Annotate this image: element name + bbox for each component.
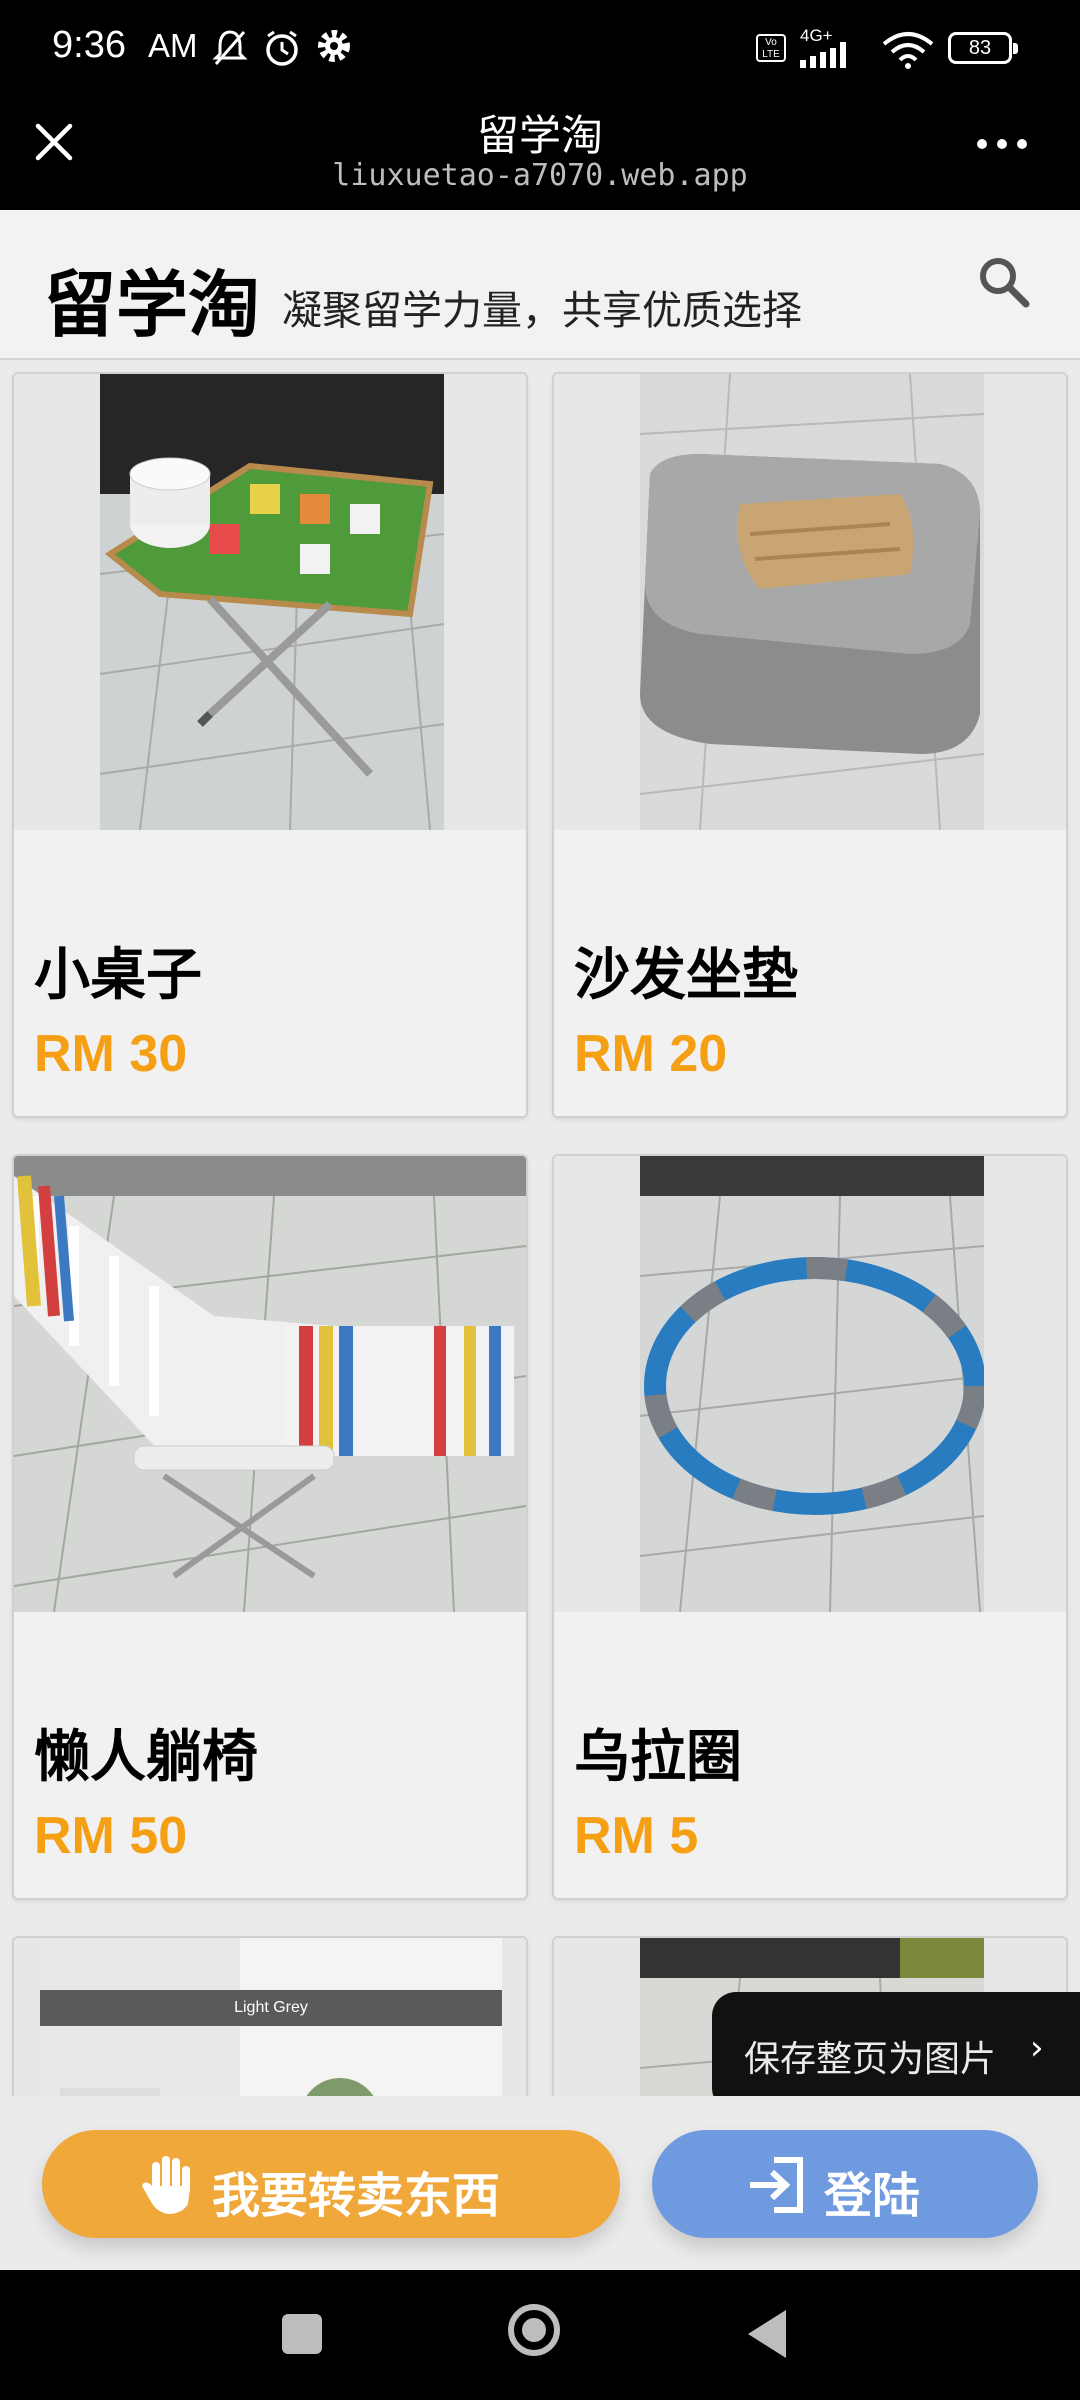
listing-title: 沙发坐垫 <box>574 943 798 1008</box>
toast-text: 保存整页为图片 <box>744 2039 997 2080</box>
back-icon[interactable] <box>748 2310 786 2358</box>
battery-indicator: 83 <box>948 32 1018 64</box>
status-bar: 9:36 AM Vo LTE 4G+ 83 <box>0 0 1080 96</box>
listing-price: RM 50 <box>34 1807 188 1865</box>
listing-card[interactable]: 乌拉圈 RM 5 <box>552 1154 1068 1900</box>
listing-title: 乌拉圈 <box>574 1725 742 1790</box>
wifi-icon <box>882 32 934 69</box>
login-button-label: 登陆 <box>824 2168 921 2224</box>
signal-icon <box>800 42 846 68</box>
mute-bell-icon <box>212 30 248 65</box>
app-url: liuxuetao-a7070.web.app <box>332 158 748 193</box>
listing-price: RM 20 <box>574 1025 728 1083</box>
alarm-icon <box>266 30 298 66</box>
sell-button-label: 我要转卖东西 <box>212 2168 501 2224</box>
login-button[interactable]: 登陆 <box>652 2130 1038 2238</box>
listing-card[interactable]: 小桌子 RM 30 <box>12 372 528 1118</box>
listing-photo <box>554 1156 1066 1612</box>
status-ampm: AM <box>148 27 198 64</box>
listing-title: 小桌子 <box>34 943 202 1008</box>
recents-icon[interactable] <box>282 2314 322 2354</box>
app-title: 留学淘 <box>476 111 603 160</box>
status-time: 9:36 <box>52 24 126 66</box>
listing-card[interactable]: 懒人躺椅 RM 50 <box>12 1154 528 1900</box>
site-name: 留学淘 <box>44 263 261 347</box>
listing-price: RM 5 <box>574 1807 699 1865</box>
browser-app-bar: 留学淘 liuxuetao-a7070.web.app <box>0 96 1080 210</box>
sell-item-button[interactable]: 我要转卖东西 <box>42 2130 620 2238</box>
save-page-as-image-toast[interactable]: 保存整页为图片 › <box>712 1992 1080 2112</box>
login-icon <box>750 2157 803 2213</box>
settings-gear-icon <box>318 30 350 62</box>
bottom-action-bar: 我要转卖东西 登陆 <box>0 2096 1080 2270</box>
system-nav-bar <box>0 2270 1080 2400</box>
chevron-right-icon: › <box>1030 2028 1044 2068</box>
listing-photo <box>14 374 526 830</box>
listing-card[interactable]: 沙发坐垫 RM 20 <box>552 372 1068 1118</box>
site-tagline: 凝聚留学力量，共享优质选择 <box>282 288 802 334</box>
home-icon[interactable] <box>508 2304 560 2356</box>
more-options-icon[interactable] <box>972 124 1032 164</box>
listing-title: 懒人躺椅 <box>34 1725 258 1790</box>
image-caption: Light Grey <box>234 1999 308 2016</box>
page-header: 留学淘 凝聚留学力量，共享优质选择 <box>0 210 1080 360</box>
listing-photo <box>554 374 1066 830</box>
listing-photo <box>14 1156 526 1612</box>
search-icon[interactable] <box>976 254 1032 310</box>
hand-icon <box>142 2156 190 2214</box>
listing-price: RM 30 <box>34 1025 188 1083</box>
volte-badge: Vo LTE <box>756 34 786 62</box>
